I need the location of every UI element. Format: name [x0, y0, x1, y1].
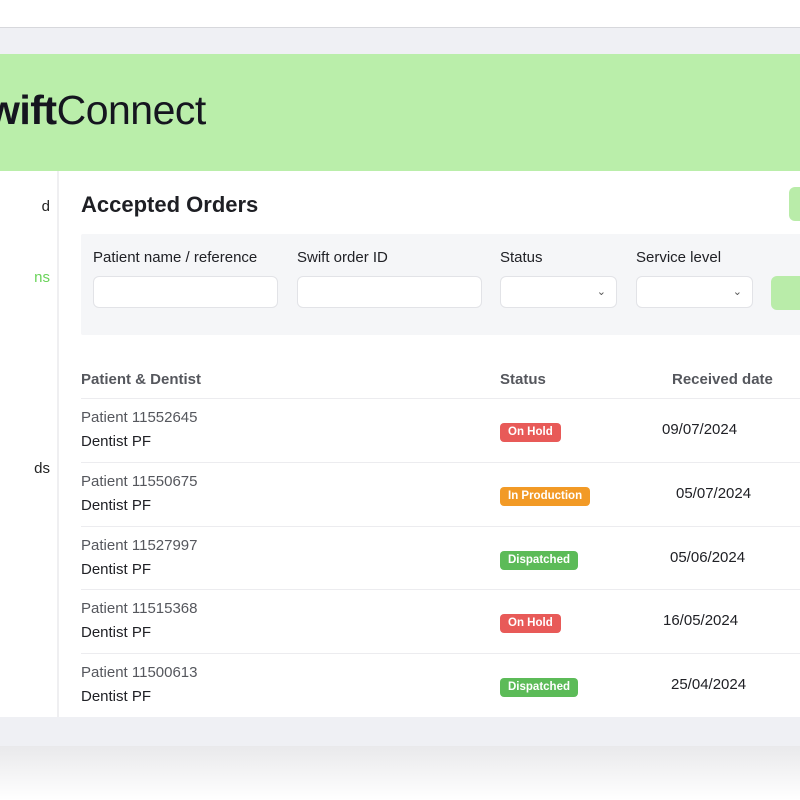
service-level-filter-select[interactable]: ⌄ — [636, 276, 753, 308]
dentist-name: Dentist PF — [81, 688, 152, 705]
dentist-name: Dentist PF — [81, 561, 152, 578]
patient-filter-input[interactable] — [93, 276, 278, 308]
filter-panel: Patient name / reference Swift order ID … — [81, 234, 800, 335]
dentist-name: Dentist PF — [81, 433, 152, 450]
table-row[interactable]: Patient 11500613 Dentist PF Dispatched 2… — [81, 653, 800, 717]
order-id-filter-input[interactable] — [297, 276, 482, 308]
received-date: 09/07/2024 — [662, 421, 738, 438]
patient-name: Patient 11515368 — [81, 600, 198, 617]
frame-shadow — [0, 746, 800, 800]
status-badge: Dispatched — [500, 551, 578, 570]
status-badge: On Hold — [500, 614, 561, 633]
status-badge: On Hold — [500, 423, 561, 442]
received-date: 05/07/2024 — [676, 485, 752, 502]
status-badge: In Production — [500, 487, 591, 506]
chevron-down-icon: ⌄ — [596, 286, 606, 298]
browser-frame-bar — [0, 27, 800, 54]
table-row[interactable]: Patient 11527997 Dentist PF Dispatched 0… — [81, 526, 800, 590]
received-date: 16/05/2024 — [663, 612, 739, 629]
table-row[interactable]: Patient 11552645 Dentist PF On Hold 09/0… — [81, 398, 800, 462]
patient-name: Patient 11527997 — [81, 537, 198, 554]
dentist-name: Dentist PF — [81, 497, 152, 514]
table-row[interactable]: Patient 11515368 Dentist PF On Hold 16/0… — [81, 589, 800, 653]
order-id-filter-label: Swift order ID — [297, 249, 388, 266]
patient-name: Patient 11552645 — [81, 409, 198, 426]
table-row[interactable]: Patient 11550675 Dentist PF In Productio… — [81, 462, 800, 526]
sidebar-item-dashboard[interactable]: d — [0, 198, 50, 215]
apply-filters-button[interactable] — [771, 276, 800, 310]
window-top — [0, 0, 800, 27]
browser-bottom-bar — [0, 717, 800, 747]
received-date: 05/06/2024 — [670, 549, 746, 566]
column-header-patient-dentist[interactable]: Patient & Dentist — [81, 371, 201, 388]
patient-filter-label: Patient name / reference — [93, 249, 258, 266]
column-header-received-date[interactable]: Received date — [672, 371, 773, 388]
status-badge: Dispatched — [500, 678, 578, 697]
header-action-button[interactable] — [789, 187, 800, 221]
service-level-filter-label: Service level — [636, 249, 722, 266]
patient-name: Patient 11550675 — [81, 473, 198, 490]
sidebar-item-other[interactable]: ds — [0, 460, 50, 477]
status-filter-select[interactable]: ⌄ — [500, 276, 617, 308]
column-header-status[interactable]: Status — [500, 371, 546, 388]
dentist-name: Dentist PF — [81, 624, 152, 641]
main-content: Accepted Orders Patient name / reference… — [59, 171, 800, 717]
sidebar: d ns ds — [0, 171, 59, 717]
patient-name: Patient 11500613 — [81, 664, 198, 681]
chevron-down-icon: ⌄ — [732, 286, 742, 298]
page-title: Accepted Orders — [81, 192, 259, 217]
status-filter-label: Status — [500, 249, 543, 266]
received-date: 25/04/2024 — [671, 676, 747, 693]
sidebar-item-active[interactable]: ns — [0, 269, 50, 286]
swiftconnect-logo[interactable]: wiftConnect — [0, 90, 206, 131]
